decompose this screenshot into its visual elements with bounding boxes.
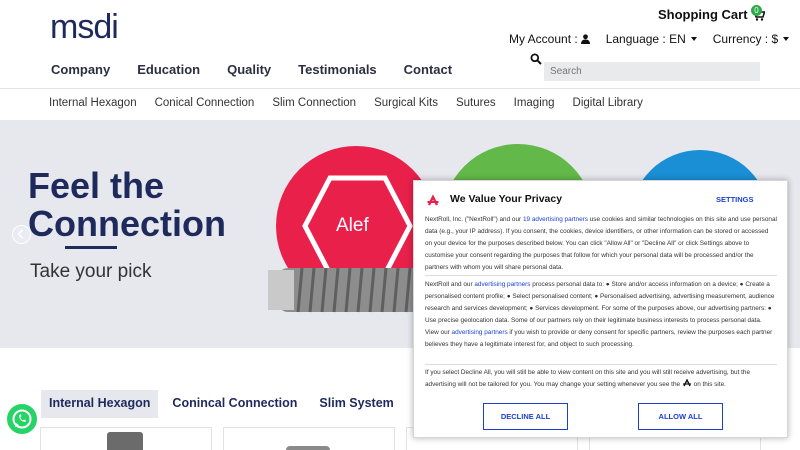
advertising-partners-link[interactable]: advertising partners — [452, 329, 508, 336]
divider — [425, 275, 777, 276]
my-account-label: My Account : — [509, 32, 578, 46]
category-internal-hexagon[interactable]: Internal Hexagon — [49, 97, 137, 109]
cookie-paragraph-2: NextRoll and our advertising partners pr… — [425, 279, 777, 351]
cookie-paragraph-3: If you select Decline All, you will stil… — [425, 367, 777, 391]
nav-item-company[interactable]: Company — [51, 62, 110, 77]
whatsapp-button[interactable] — [5, 402, 39, 436]
account-bar: My Account : Language : EN Currency : $ — [509, 32, 790, 46]
whatsapp-icon — [12, 409, 32, 429]
hero-title-line1: Feel the — [28, 165, 165, 206]
decline-all-button[interactable]: DECLINE ALL — [483, 403, 568, 430]
product-card[interactable] — [223, 427, 395, 450]
hero-underline — [65, 246, 117, 249]
chevron-left-icon — [17, 229, 24, 239]
tab-internal-hexagon[interactable]: Internal Hexagon — [41, 390, 159, 418]
tab-conical-connection[interactable]: Conincal Connection — [164, 390, 305, 418]
allow-all-button[interactable]: ALLOW ALL — [638, 403, 723, 430]
currency-dropdown[interactable]: Currency : $ — [712, 32, 790, 46]
shopping-cart-link[interactable]: Shopping Cart — [658, 7, 765, 22]
nextroll-icon — [427, 194, 439, 206]
nav-item-quality[interactable]: Quality — [227, 62, 271, 77]
advertising-partners-link[interactable]: 19 advertising partners — [523, 216, 588, 223]
tab-slim-system[interactable]: Slim System — [311, 390, 401, 418]
category-conical-connection[interactable]: Conical Connection — [155, 97, 255, 109]
hero-subtitle: Take your pick — [30, 261, 152, 282]
category-imaging[interactable]: Imaging — [514, 97, 555, 109]
main-nav: Company Education Quality Testimonials C… — [51, 62, 452, 77]
cookie-paragraph-1: NextRoll, Inc. ("NextRoll") and our 19 a… — [425, 214, 777, 274]
user-icon — [580, 34, 590, 44]
category-digital-library[interactable]: Digital Library — [573, 97, 643, 109]
nav-item-contact[interactable]: Contact — [404, 62, 452, 77]
cookie-dialog-title: We Value Your Privacy — [450, 193, 563, 205]
cart-count-badge: 0 — [751, 5, 762, 16]
hero-title-line2: Connection — [28, 203, 226, 244]
chevron-down-icon — [690, 37, 697, 41]
carousel-prev-button[interactable] — [12, 225, 31, 244]
advertising-partners-link[interactable]: advertising partners — [474, 281, 530, 288]
cart-label: Shopping Cart — [658, 7, 748, 22]
nav-item-education[interactable]: Education — [137, 62, 200, 77]
language-label: Language : EN — [605, 32, 686, 46]
category-sutures[interactable]: Sutures — [456, 97, 496, 109]
implant-screw-icon — [268, 267, 428, 313]
language-dropdown[interactable]: Language : EN — [606, 32, 697, 46]
chevron-down-icon — [783, 37, 790, 41]
settings-link[interactable]: SETTINGS — [716, 195, 754, 204]
search-icon[interactable] — [530, 53, 542, 65]
nav-item-testimonials[interactable]: Testimonials — [298, 62, 377, 77]
my-account-link[interactable]: My Account : — [509, 32, 590, 46]
category-nav: Internal Hexagon Conical Connection Slim… — [49, 97, 643, 109]
cookie-text: NextRoll and our — [425, 281, 475, 288]
site-logo[interactable]: msdi — [50, 8, 119, 47]
cookie-consent-dialog: We Value Your Privacy SETTINGS NextRoll,… — [413, 180, 788, 438]
hero-product-label: Alef — [336, 215, 369, 236]
hero-title: Feel the Connection — [28, 167, 226, 243]
search-input[interactable] — [544, 62, 760, 81]
cookie-text: NextRoll, Inc. ("NextRoll") and our — [425, 216, 523, 223]
page: msdi Shopping Cart 0 My Account : Langua… — [0, 0, 800, 450]
product-image — [286, 446, 330, 450]
cookie-text: use cookies and similar technologies on … — [425, 216, 777, 271]
product-image — [107, 432, 143, 450]
category-surgical-kits[interactable]: Surgical Kits — [374, 97, 438, 109]
nextroll-settings-icon — [682, 379, 691, 387]
divider — [425, 364, 777, 365]
currency-label: Currency : $ — [712, 32, 779, 46]
category-slim-connection[interactable]: Slim Connection — [272, 97, 356, 109]
cookie-text: process personal data to: ● Store and/or… — [425, 281, 775, 336]
header-divider — [0, 88, 800, 89]
product-tabs: Internal Hexagon Conincal Connection Sli… — [41, 390, 446, 418]
cookie-text: on this site. — [691, 381, 726, 388]
product-card[interactable] — [40, 427, 212, 450]
